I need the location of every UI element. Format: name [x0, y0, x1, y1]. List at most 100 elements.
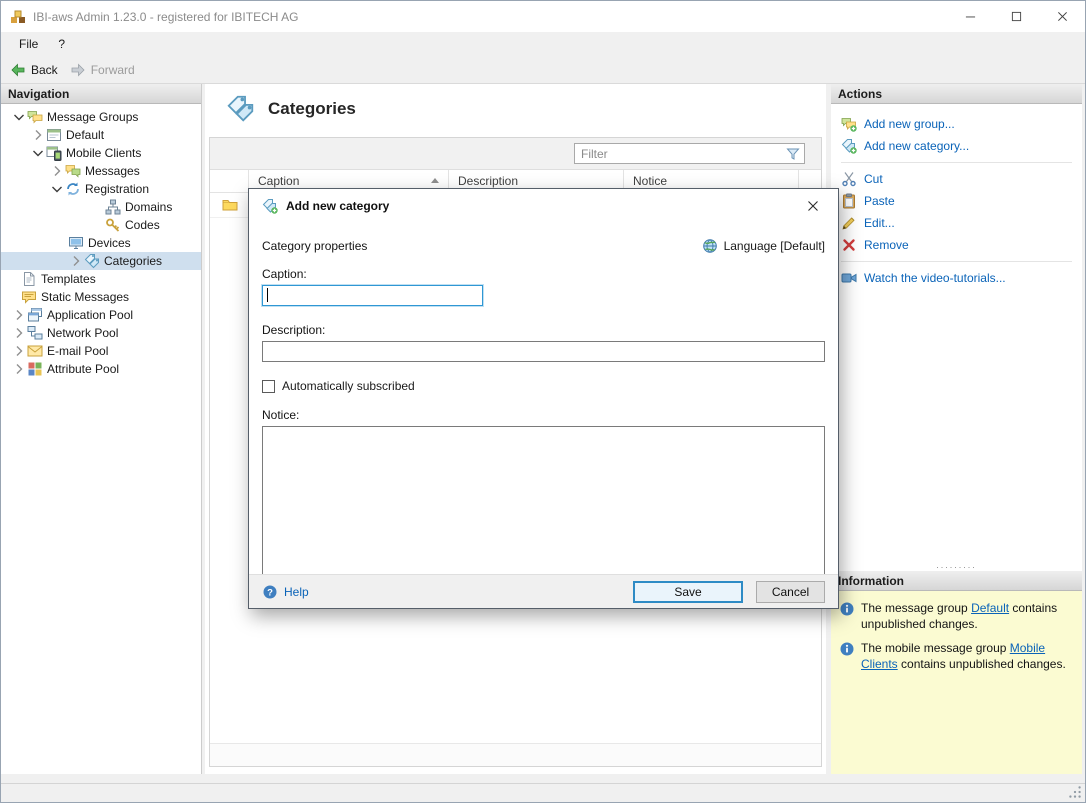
navigation-tree: Message GroupsDefaultMobile ClientsMessa… — [1, 104, 201, 378]
chevron-collapsed-icon[interactable] — [11, 307, 27, 323]
add-new-category-dialog: Add new category Category properties Lan… — [248, 188, 839, 609]
help-label: Help — [284, 585, 309, 599]
action-label: Remove — [864, 238, 909, 252]
chevron-collapsed-icon[interactable] — [68, 253, 84, 269]
cancel-button[interactable]: Cancel — [756, 581, 825, 603]
info-text: The mobile message group Mobile Clients … — [861, 641, 1067, 672]
actions-list: Add new group... Add new category... Cut Pa… — [831, 104, 1082, 559]
tree-item-domains[interactable]: Domains — [1, 198, 201, 216]
tree-item-default[interactable]: Default — [1, 126, 201, 144]
tree-item-static-messages[interactable]: Static Messages — [1, 288, 201, 306]
action-remove[interactable]: Remove — [831, 234, 1082, 256]
tree-item-label: E-mail Pool — [47, 344, 108, 358]
tree-item-messages[interactable]: Messages — [1, 162, 201, 180]
categories-icon — [84, 253, 100, 269]
tree-item-application-pool[interactable]: Application Pool — [1, 306, 201, 324]
chevron-collapsed-icon[interactable] — [11, 343, 27, 359]
messages-icon — [65, 163, 81, 179]
action-cut[interactable]: Cut — [831, 168, 1082, 190]
forward-arrow-icon — [70, 62, 86, 78]
help-button[interactable]: ? Help — [262, 584, 309, 600]
add-group-icon — [841, 116, 857, 132]
close-button[interactable] — [1039, 1, 1085, 32]
chevron-collapsed-icon[interactable] — [49, 163, 65, 179]
info-link-default[interactable]: Default — [971, 601, 1009, 615]
action-label: Paste — [864, 194, 895, 208]
tree-item-network-pool[interactable]: Network Pool — [1, 324, 201, 342]
chevron-collapsed-icon[interactable] — [30, 127, 46, 143]
devices-icon — [68, 235, 84, 251]
tree-item-codes[interactable]: Codes — [1, 216, 201, 234]
notice-textarea[interactable] — [262, 426, 825, 574]
tree-item-devices[interactable]: Devices — [1, 234, 201, 252]
tree-item-message-groups[interactable]: Message Groups — [1, 108, 201, 126]
chevron-collapsed-icon[interactable] — [11, 361, 27, 377]
tree-item-label: Application Pool — [47, 308, 133, 322]
back-button[interactable]: Back — [10, 62, 58, 78]
tree-item-attribute-pool[interactable]: Attribute Pool — [1, 360, 201, 378]
tree-item-label: Templates — [41, 272, 96, 286]
maximize-icon — [1011, 11, 1022, 22]
caption-input[interactable] — [262, 285, 483, 306]
forward-button[interactable]: Forward — [70, 62, 135, 78]
table-footer — [210, 743, 821, 766]
action-label: Cut — [864, 172, 883, 186]
auto-subscribed-label: Automatically subscribed — [282, 379, 415, 393]
auto-subscribed-row: Automatically subscribed — [262, 379, 825, 393]
description-input[interactable] — [262, 341, 825, 362]
menu-item-[interactable]: ? — [48, 34, 75, 54]
static-messages-icon — [21, 289, 37, 305]
action-paste[interactable]: Paste — [831, 190, 1082, 212]
chevron-collapsed-icon[interactable] — [11, 325, 27, 341]
chevron-expanded-icon[interactable] — [49, 181, 65, 197]
close-icon — [1057, 11, 1068, 22]
column-header-icon[interactable] — [210, 170, 249, 192]
attribute-pool-icon — [27, 361, 43, 377]
dialog-title: Add new category — [286, 199, 389, 213]
back-arrow-icon — [10, 62, 26, 78]
action-add-new-group[interactable]: Add new group... — [831, 113, 1082, 135]
column-header-label: Caption — [258, 174, 299, 188]
paste-icon — [841, 193, 857, 209]
network-pool-icon — [27, 325, 43, 341]
registration-icon — [65, 181, 81, 197]
save-button[interactable]: Save — [633, 581, 743, 603]
tree-item-templates[interactable]: Templates — [1, 270, 201, 288]
info-item: The mobile message group Mobile Clients … — [839, 641, 1074, 672]
tree-item-label: Codes — [125, 218, 160, 232]
tree-item-label: Devices — [88, 236, 131, 250]
dialog-close-button[interactable] — [803, 194, 831, 218]
group-icon — [46, 127, 62, 143]
tree-item-label: Categories — [104, 254, 162, 268]
notice-label: Notice: — [262, 408, 825, 422]
action-label: Edit... — [864, 216, 895, 230]
language-selector[interactable]: Language [Default] — [702, 238, 825, 254]
action-watch-the-video-tutorials[interactable]: Watch the video-tutorials... — [831, 267, 1082, 289]
tree-item-categories[interactable]: Categories — [1, 252, 201, 270]
tree-item-label: Domains — [125, 200, 172, 214]
minimize-icon — [965, 11, 976, 22]
title-bar: IBI-aws Admin 1.23.0 - registered for IB… — [1, 1, 1085, 32]
maximize-button[interactable] — [993, 1, 1039, 32]
page-title: Categories — [268, 99, 356, 119]
tree-item-mobile-clients[interactable]: Mobile Clients — [1, 144, 201, 162]
email-pool-icon — [27, 343, 43, 359]
action-label: Add new category... — [864, 139, 969, 153]
filter-funnel-icon[interactable] — [785, 146, 801, 162]
application-pool-icon — [27, 307, 43, 323]
domains-icon — [105, 199, 121, 215]
tree-item-registration[interactable]: Registration — [1, 180, 201, 198]
minimize-button[interactable] — [947, 1, 993, 32]
dialog-close-icon — [805, 198, 821, 214]
panel-splitter[interactable]: ......... — [831, 559, 1082, 571]
chevron-expanded-icon[interactable] — [11, 109, 27, 125]
auto-subscribed-checkbox[interactable] — [262, 380, 275, 393]
chevron-expanded-icon[interactable] — [30, 145, 46, 161]
filter-input[interactable] — [575, 147, 785, 161]
action-add-new-category[interactable]: Add new category... — [831, 135, 1082, 157]
action-edit[interactable]: Edit... — [831, 212, 1082, 234]
resize-grip[interactable] — [1067, 784, 1083, 800]
message-groups-icon — [27, 109, 43, 125]
menu-item-file[interactable]: File — [9, 34, 48, 54]
tree-item-e-mail-pool[interactable]: E-mail Pool — [1, 342, 201, 360]
